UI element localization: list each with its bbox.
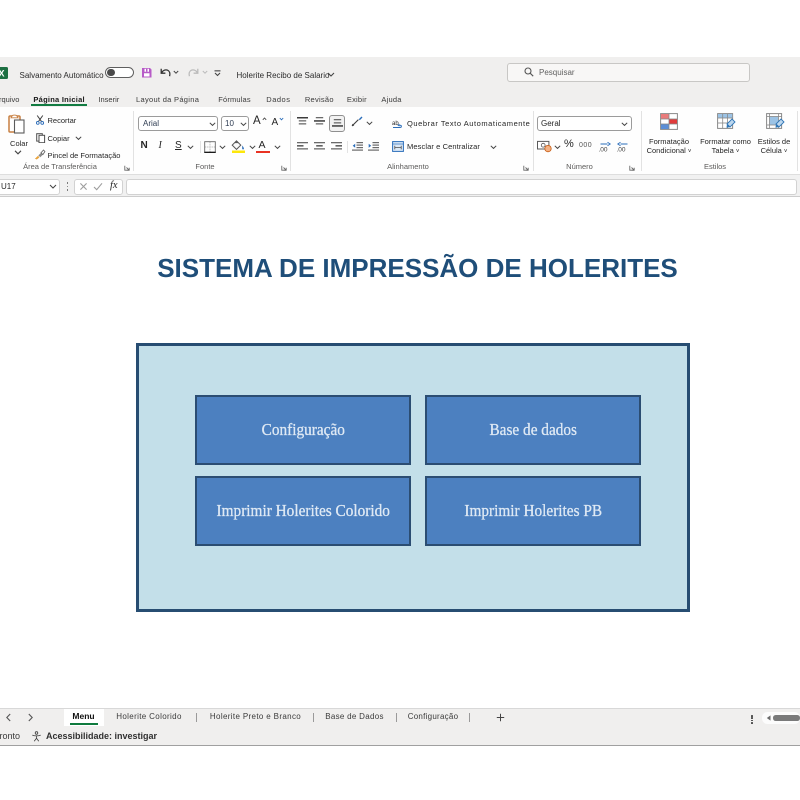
svg-text:ab: ab: [392, 121, 399, 127]
svg-text:.00: .00: [617, 147, 626, 153]
svg-text:X: X: [0, 68, 5, 78]
svg-text:.00: .00: [599, 147, 608, 153]
